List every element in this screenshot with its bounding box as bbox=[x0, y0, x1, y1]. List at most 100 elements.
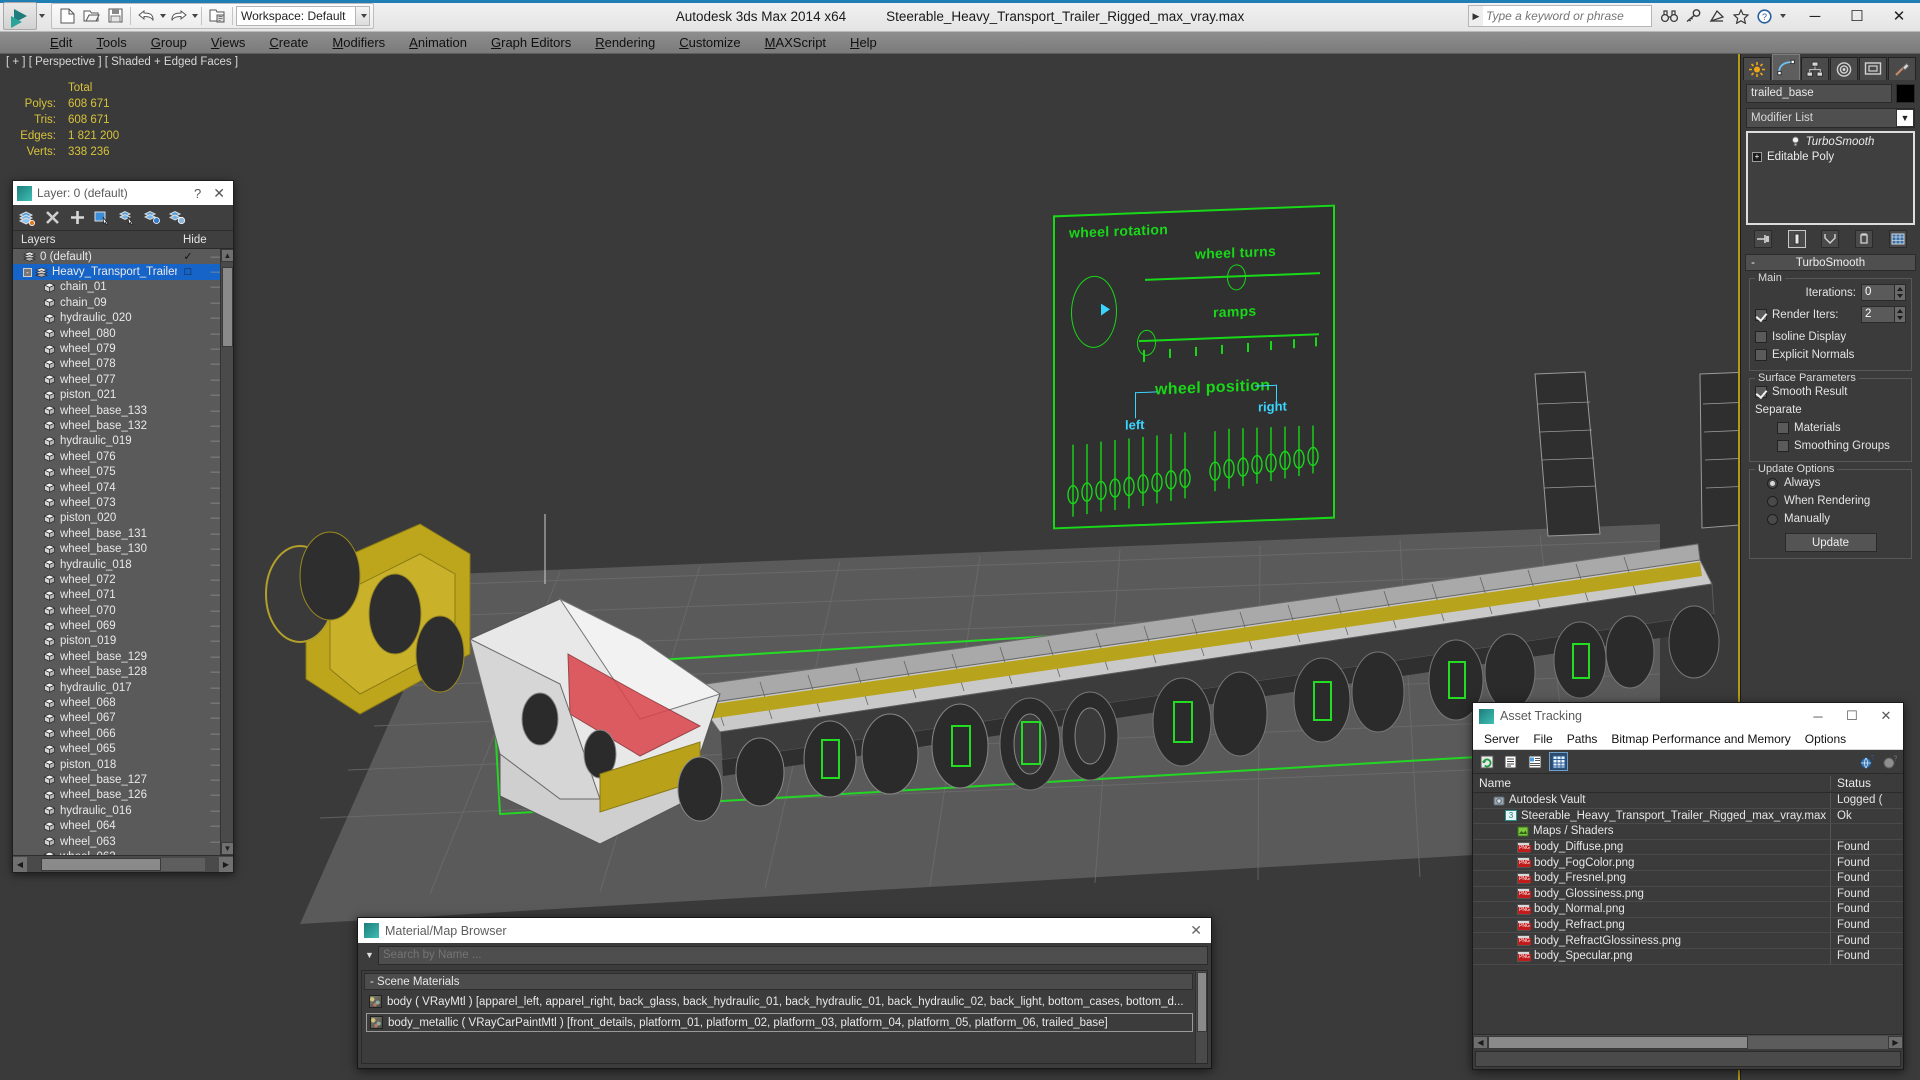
layer-object-row[interactable]: hydraulic_016— bbox=[13, 803, 233, 818]
layer-row[interactable]: - Heavy_Transport_Trailer □ — bbox=[13, 264, 233, 280]
asset-name-cell[interactable]: body_Fresnel.png bbox=[1473, 870, 1831, 886]
asset-menu-options[interactable]: Options bbox=[1798, 729, 1853, 749]
layer-dialog-help-button[interactable]: ? bbox=[186, 186, 209, 201]
layer-object-row[interactable]: hydraulic_019— bbox=[13, 434, 233, 449]
layer-object-row[interactable]: wheel_base_131— bbox=[13, 526, 233, 541]
redo-caret-icon[interactable] bbox=[192, 13, 198, 18]
asset-scroll-left-icon[interactable]: ◀ bbox=[1473, 1035, 1488, 1049]
layer-object-row[interactable]: wheel_067— bbox=[13, 711, 233, 726]
key-icon[interactable] bbox=[1682, 5, 1704, 27]
details-view-icon[interactable] bbox=[1525, 752, 1544, 771]
layer-object-row[interactable]: wheel_base_126— bbox=[13, 788, 233, 803]
help-caret-icon[interactable] bbox=[1780, 14, 1786, 18]
object-color-swatch[interactable] bbox=[1896, 84, 1915, 103]
satellite-icon[interactable] bbox=[1706, 5, 1728, 27]
render-iters-spinner[interactable]: 2 bbox=[1861, 306, 1906, 323]
ramps-slider-track[interactable] bbox=[1139, 333, 1319, 342]
asset-row[interactable]: body_Diffuse.png Found bbox=[1473, 839, 1903, 856]
layer-object-row[interactable]: chain_01— bbox=[13, 280, 233, 295]
asset-row[interactable]: body_Specular.png Found bbox=[1473, 948, 1903, 965]
menu-item-graph-editors[interactable]: Graph Editors bbox=[479, 32, 583, 53]
create-new-layer-icon[interactable] bbox=[17, 208, 37, 228]
grid-view-icon[interactable] bbox=[1549, 752, 1568, 771]
layer-properties-icon[interactable] bbox=[167, 208, 187, 228]
scroll-left-arrow-icon[interactable]: ◀ bbox=[13, 856, 27, 872]
materials-checkbox[interactable] bbox=[1777, 422, 1789, 434]
layer-dialog-close-button[interactable]: ✕ bbox=[209, 185, 229, 202]
add-selection-to-layer-icon[interactable] bbox=[67, 208, 87, 228]
asset-maximize-button[interactable]: ☐ bbox=[1835, 703, 1869, 729]
delete-layer-icon[interactable] bbox=[42, 208, 62, 228]
layer-object-row[interactable]: wheel_065— bbox=[13, 742, 233, 757]
layer-object-row[interactable]: wheel_062— bbox=[13, 849, 233, 855]
create-tab-icon[interactable] bbox=[1743, 57, 1771, 80]
layer-object-row[interactable]: piston_019— bbox=[13, 634, 233, 649]
smoothing-groups-row[interactable]: Smoothing Groups bbox=[1755, 437, 1906, 455]
highlight-selected-objects-icon[interactable] bbox=[142, 208, 162, 228]
mmb-group-scene-materials[interactable]: - Scene Materials bbox=[364, 973, 1193, 990]
layer-object-row[interactable]: wheel_072— bbox=[13, 572, 233, 587]
layer-visibility-toggle[interactable]: ✓ bbox=[177, 250, 199, 263]
layer-object-row[interactable]: wheel_066— bbox=[13, 726, 233, 741]
asset-minimize-button[interactable]: ─ bbox=[1801, 703, 1835, 729]
layer-object-row[interactable]: wheel_069— bbox=[13, 618, 233, 633]
scroll-down-arrow-icon[interactable]: ▼ bbox=[221, 842, 233, 855]
layer-object-row[interactable]: wheel_070— bbox=[13, 603, 233, 618]
layer-object-row[interactable]: wheel_078— bbox=[13, 357, 233, 372]
asset-row[interactable]: body_FogColor.png Found bbox=[1473, 855, 1903, 871]
select-highlighted-objects-icon[interactable] bbox=[117, 208, 137, 228]
update-when-rendering-row[interactable]: When Rendering bbox=[1755, 492, 1906, 510]
rollout-collapse-icon[interactable]: - bbox=[1746, 257, 1760, 269]
layer-object-row[interactable]: piston_021— bbox=[13, 388, 233, 403]
material-map-browser-dialog[interactable]: Material/Map Browser ✕ ▼ - Scene Materia… bbox=[357, 917, 1212, 1069]
asset-menu-file[interactable]: File bbox=[1526, 729, 1559, 749]
menu-item-create[interactable]: Create bbox=[257, 32, 320, 53]
asset-row[interactable]: body_Normal.png Found bbox=[1473, 902, 1903, 918]
layer-object-row[interactable]: wheel_073— bbox=[13, 495, 233, 510]
asset-name-cell[interactable]: 3 Steerable_Heavy_Transport_Trailer_Rigge… bbox=[1473, 808, 1831, 824]
layer-row[interactable]: 0 (default) ✓ — bbox=[13, 249, 233, 264]
layer-object-row[interactable]: wheel_base_127— bbox=[13, 772, 233, 787]
wheel-rotation-dial[interactable] bbox=[1071, 274, 1117, 349]
menu-item-animation[interactable]: Animation bbox=[397, 32, 479, 53]
menu-item-tools[interactable]: Tools bbox=[84, 32, 138, 53]
asset-name-cell[interactable]: body_Diffuse.png bbox=[1473, 839, 1831, 855]
mmb-search-row[interactable]: ▼ bbox=[358, 943, 1211, 967]
render-iters-value[interactable]: 2 bbox=[1861, 306, 1895, 323]
update-manually-row[interactable]: Manually bbox=[1755, 510, 1906, 528]
modifier-stack-item-editable-poly[interactable]: + Editable Poly bbox=[1749, 149, 1912, 164]
wheel-turns-slider-handle[interactable] bbox=[1227, 264, 1246, 291]
menu-item-maxscript[interactable]: MAXScript bbox=[753, 32, 838, 53]
layer-object-row[interactable]: wheel_076— bbox=[13, 449, 233, 464]
select-objects-in-layer-icon[interactable] bbox=[92, 208, 112, 228]
asset-row[interactable]: Maps / Shaders bbox=[1473, 824, 1903, 840]
layer-object-row[interactable]: wheel_071— bbox=[13, 588, 233, 603]
layer-list-hscrollbar[interactable]: ◀ ▶ bbox=[13, 855, 233, 872]
help-globe-icon[interactable]: ? bbox=[1857, 752, 1876, 771]
remove-modifier-icon[interactable] bbox=[1855, 230, 1874, 248]
mmb-material-row-body-metallic[interactable]: body_metallic ( VRayCarPaintMtl ) [front… bbox=[366, 1013, 1193, 1032]
object-name-field[interactable]: trailed_base bbox=[1746, 84, 1892, 103]
iterations-value[interactable]: 0 bbox=[1861, 284, 1895, 301]
menu-item-edit[interactable]: Edit bbox=[38, 32, 84, 53]
render-iters-checkbox[interactable] bbox=[1755, 308, 1767, 321]
app-menu-caret-icon[interactable] bbox=[39, 13, 45, 18]
asset-row[interactable]: 3 Steerable_Heavy_Transport_Trailer_Rigge… bbox=[1473, 808, 1903, 825]
minimize-button[interactable]: ─ bbox=[1794, 1, 1836, 32]
layer-manager-dialog[interactable]: Layer: 0 (default) ? ✕ Layers Hide 0 (de… bbox=[12, 180, 234, 873]
smoothing-groups-checkbox[interactable] bbox=[1777, 440, 1789, 452]
smooth-result-row[interactable]: Smooth Result bbox=[1755, 383, 1906, 401]
configure-modifier-sets-icon[interactable] bbox=[1889, 230, 1908, 248]
mmb-filter-icon[interactable]: ▼ bbox=[361, 947, 378, 964]
save-icon[interactable] bbox=[103, 5, 127, 27]
asset-tracking-dialog[interactable]: Asset Tracking ─ ☐ ✕ Server File Paths Bitm… bbox=[1472, 702, 1904, 1070]
layer-object-row[interactable]: wheel_base_128— bbox=[13, 665, 233, 680]
pin-stack-icon[interactable] bbox=[1753, 230, 1772, 248]
layer-expander-icon[interactable]: - bbox=[23, 267, 32, 277]
asset-row[interactable]: Autodesk Vault Logged ( bbox=[1473, 793, 1903, 809]
help-search-box[interactable]: ▶ bbox=[1468, 5, 1652, 27]
menu-item-help[interactable]: Help bbox=[838, 32, 889, 53]
motion-tab-icon[interactable] bbox=[1830, 57, 1858, 80]
layer-visibility-toggle[interactable]: □ bbox=[177, 266, 199, 278]
asset-name-cell[interactable]: body_Specular.png bbox=[1473, 948, 1831, 964]
